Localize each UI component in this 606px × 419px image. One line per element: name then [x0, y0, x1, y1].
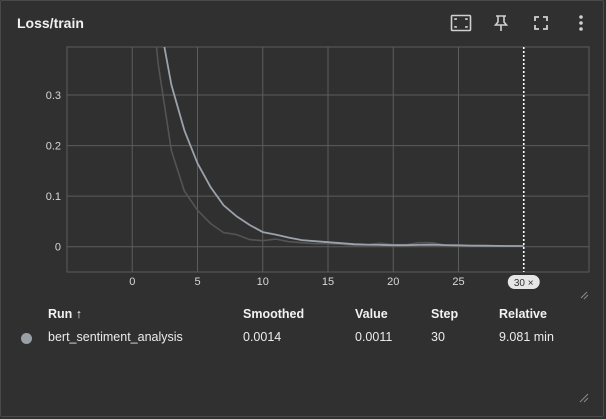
series-raw-line: [155, 47, 524, 247]
resize-handle[interactable]: [580, 291, 589, 300]
x-tick-label: 15: [322, 276, 334, 288]
header-run[interactable]: Run ↑: [48, 307, 82, 321]
x-tick-label: 10: [257, 276, 269, 288]
run-name: bert_sentiment_analysis: [48, 330, 183, 344]
run-relative: 9.081 min: [499, 330, 554, 344]
scalar-card: Loss/train 051015202500.10.20.3: [0, 0, 604, 417]
header-step: Step: [431, 307, 459, 321]
loss-chart[interactable]: 0 5 10 15 20 25 0 0.1 0.2 0.3 30 ×: [1, 1, 605, 301]
y-tick-label: 0: [55, 242, 61, 254]
x-tick-label: 5: [194, 276, 200, 288]
series-smoothed-line: [163, 47, 524, 247]
step-badge[interactable]: 30 ×: [507, 275, 540, 289]
header-smoothed: Smoothed: [243, 307, 305, 321]
step-badge-label: 30 ×: [514, 278, 534, 289]
y-tick-label: 0.3: [46, 90, 61, 102]
run-step: 30: [431, 330, 445, 344]
x-tick-label: 0: [129, 276, 135, 288]
x-tick-label: 25: [452, 276, 464, 288]
chart-grid: [66, 46, 590, 273]
x-tick-label: 20: [387, 276, 399, 288]
header-value: Value: [355, 307, 388, 321]
card-resize-handle[interactable]: [577, 391, 589, 403]
chart-ticks: 0 5 10 15 20 25 0 0.1 0.2 0.3: [46, 90, 465, 288]
header-relative: Relative: [499, 307, 547, 321]
run-color-dot: [21, 333, 32, 344]
run-smoothed: 0.0014: [243, 330, 282, 344]
y-tick-label: 0.2: [46, 141, 61, 153]
run-value: 0.0011: [355, 330, 393, 344]
y-tick-label: 0.1: [46, 191, 61, 203]
